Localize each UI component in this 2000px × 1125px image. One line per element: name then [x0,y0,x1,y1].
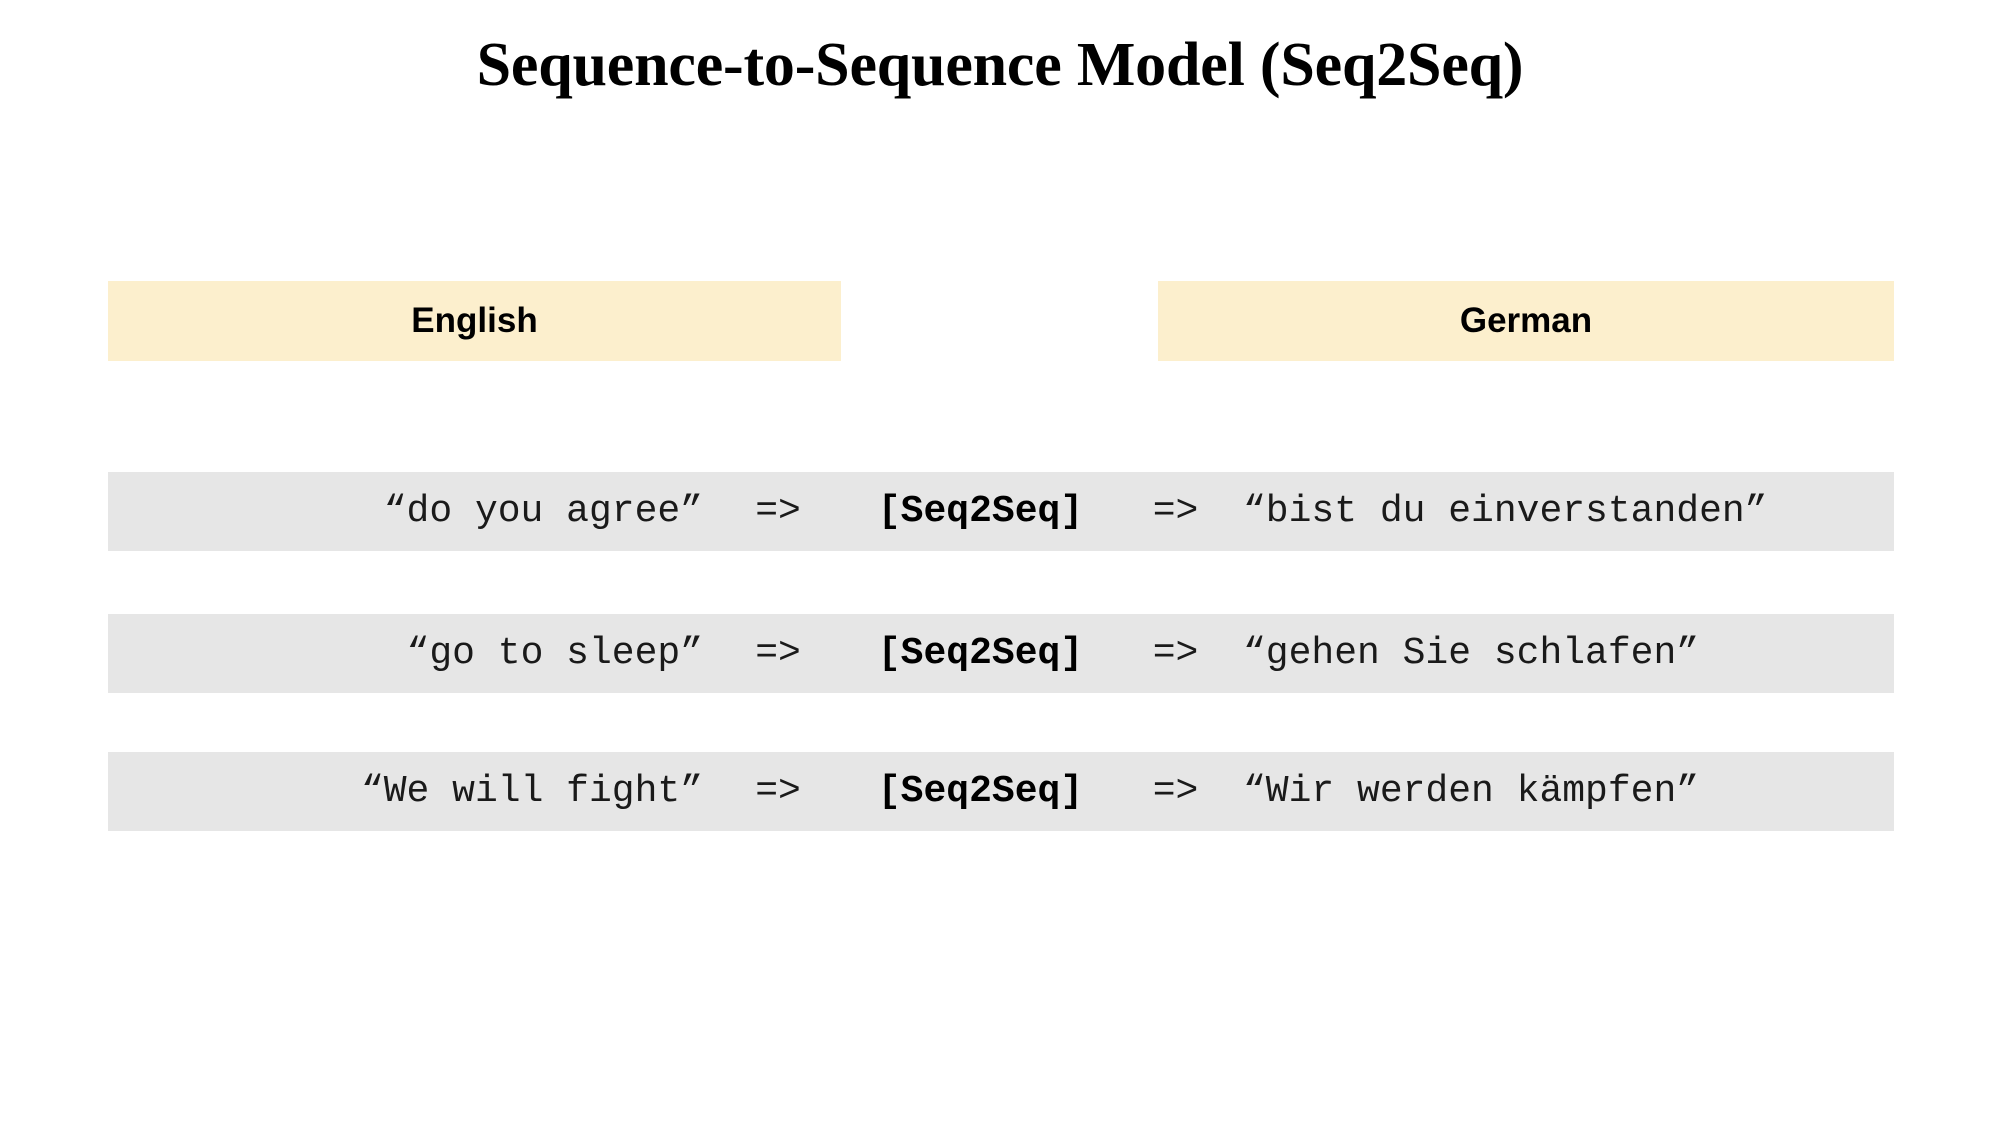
arrow-right-icon: => [755,770,801,813]
arrow-right-icon: => [755,490,801,533]
source-phrase: “do you agree” [383,490,703,533]
source-phrase: “go to sleep” [406,632,703,675]
example-row: “go to sleep” => [Seq2Seq] => “gehen Sie… [108,614,1894,693]
example-row: “do you agree” => [Seq2Seq] => “bist du … [108,472,1894,551]
column-header-english-label: English [411,301,538,340]
model-label: [Seq2Seq] [877,490,1084,533]
target-phrase: “gehen Sie schlafen” [1243,632,1700,675]
arrow-right-icon: => [1152,490,1199,533]
arrow-right-icon: => [1152,632,1199,675]
column-header-english: English [108,281,841,361]
example-row: “We will fight” => [Seq2Seq] => “Wir wer… [108,752,1894,831]
model-label: [Seq2Seq] [877,770,1084,813]
column-header-german-label: German [1459,301,1593,340]
arrow-right-icon: => [755,632,801,675]
model-label: [Seq2Seq] [877,632,1084,675]
column-header-german: German [1158,281,1894,361]
target-phrase: “bist du einverstanden” [1243,490,1768,533]
source-phrase: “We will fight” [360,770,703,813]
page-title: Sequence-to-Sequence Model (Seq2Seq) [476,31,1524,99]
target-phrase: “Wir werden kämpfen” [1243,770,1700,813]
arrow-right-icon: => [1152,770,1199,813]
